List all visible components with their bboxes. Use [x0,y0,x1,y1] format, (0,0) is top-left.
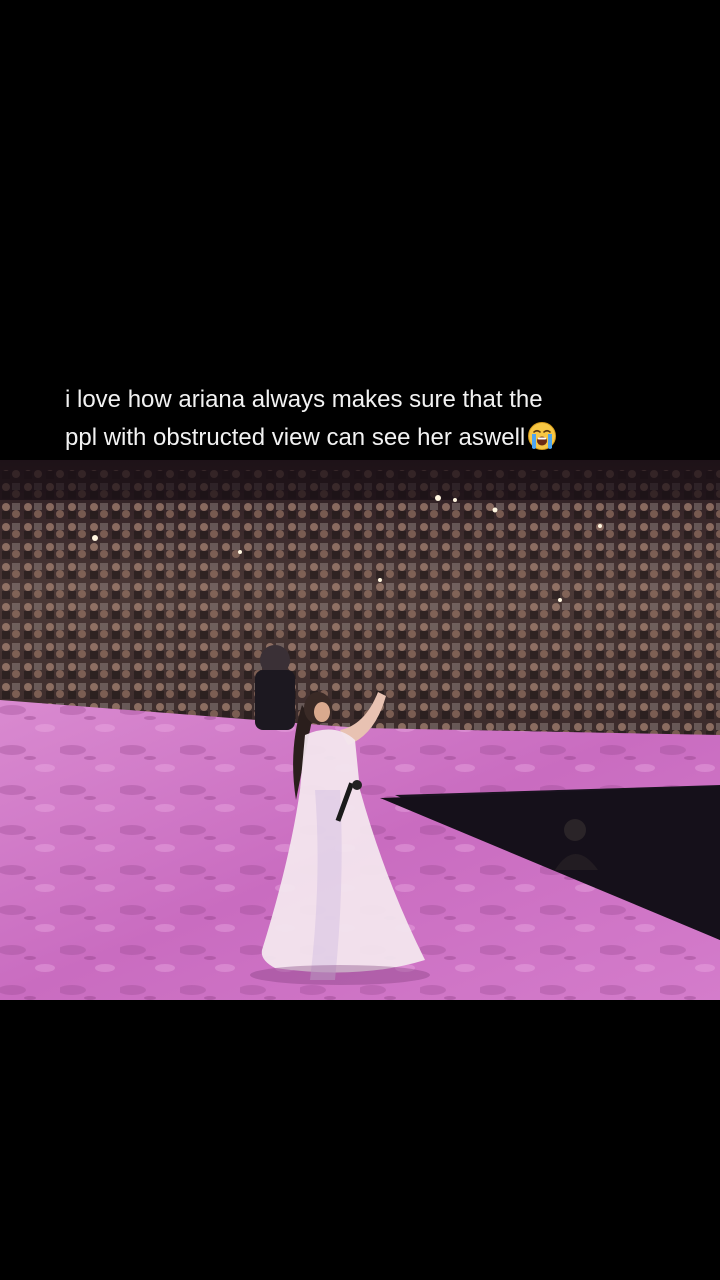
caption-line-2-text: ppl with obstructed view can see her asw… [65,424,526,451]
post-caption: i love how ariana always makes sure that… [65,381,685,457]
security-person [255,645,295,730]
loudly-crying-face-icon [527,421,557,451]
concert-scene [0,460,720,1000]
caption-line-2: ppl with obstructed view can see her asw… [65,419,685,457]
concert-video-frame[interactable] [0,460,720,1000]
crowd-faces [0,470,720,740]
caption-line-1: i love how ariana always makes sure that… [65,386,543,413]
